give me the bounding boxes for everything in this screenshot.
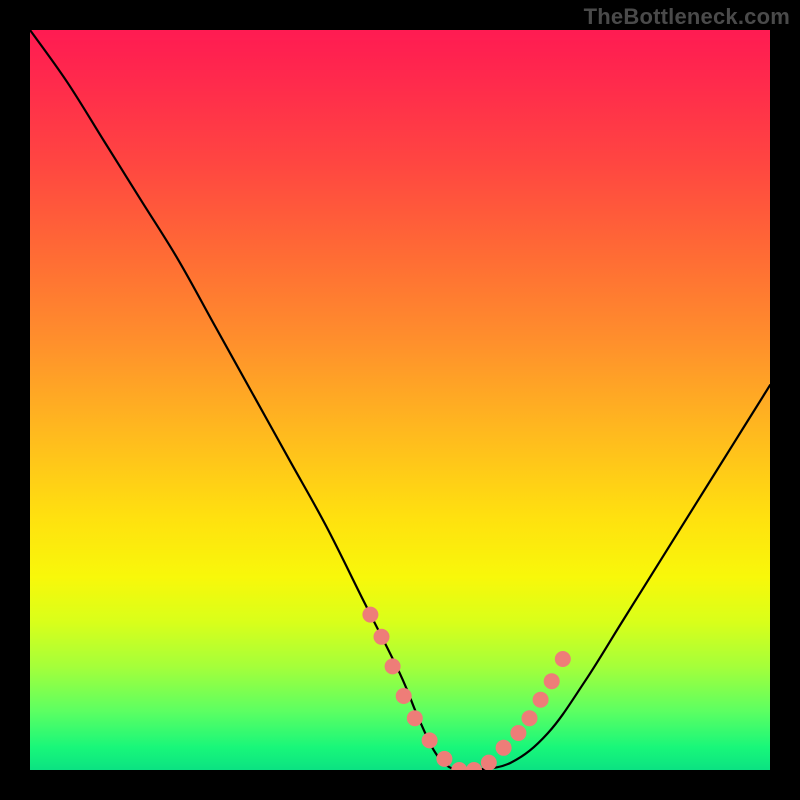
highlight-bead	[496, 740, 512, 756]
chart-frame: TheBottleneck.com	[0, 0, 800, 800]
bottleneck-curve	[30, 30, 770, 770]
highlight-bead	[451, 762, 467, 770]
highlight-bead	[533, 692, 549, 708]
highlight-bead	[436, 751, 452, 767]
highlight-beads	[362, 607, 570, 770]
watermark-text: TheBottleneck.com	[584, 4, 790, 30]
highlight-bead	[407, 710, 423, 726]
highlight-bead	[466, 762, 482, 770]
plot-area	[30, 30, 770, 770]
highlight-bead	[422, 732, 438, 748]
curve-overlay	[30, 30, 770, 770]
highlight-bead	[481, 755, 497, 770]
highlight-bead	[522, 710, 538, 726]
highlight-bead	[510, 725, 526, 741]
highlight-bead	[362, 607, 378, 623]
highlight-bead	[396, 688, 412, 704]
highlight-bead	[544, 673, 560, 689]
highlight-bead	[385, 658, 401, 674]
highlight-bead	[555, 651, 571, 667]
highlight-bead	[374, 629, 390, 645]
